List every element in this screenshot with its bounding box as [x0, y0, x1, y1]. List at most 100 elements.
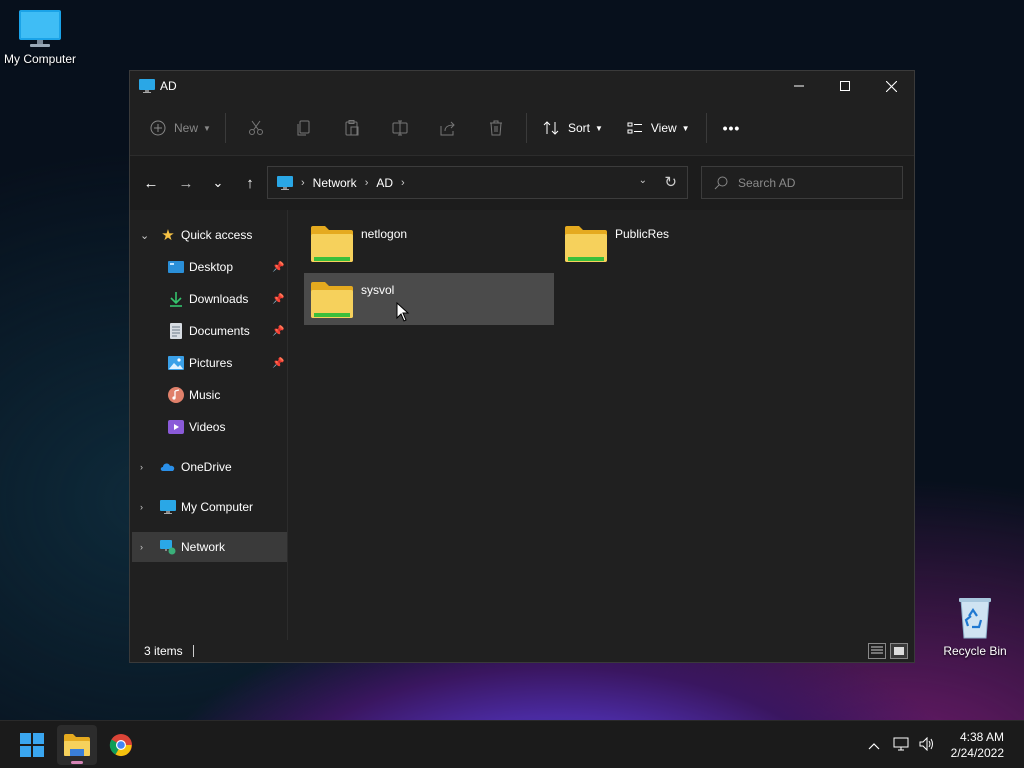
chevron-down-icon[interactable]: ⌄: [140, 229, 149, 242]
tiles-view-button[interactable]: [890, 643, 908, 659]
clock[interactable]: 4:38 AM 2/24/2022: [951, 729, 1004, 761]
clock-date: 2/24/2022: [950, 746, 1004, 760]
file-list: netlogon PublicRes sysvol: [289, 210, 914, 640]
monitor-icon: [19, 10, 61, 47]
address-bar[interactable]: › Network › AD › ⌄ ↻: [267, 166, 688, 199]
copy-button[interactable]: [280, 112, 328, 144]
copy-icon: [297, 120, 310, 136]
sort-button[interactable]: Sort ▼: [533, 112, 613, 144]
sidebar-item-label: Videos: [189, 420, 226, 434]
search-input[interactable]: [738, 175, 888, 190]
network-monitor-icon: [893, 737, 909, 750]
computer-icon: [139, 79, 155, 93]
network-status-button[interactable]: [888, 737, 914, 754]
cut-button[interactable]: [232, 112, 280, 144]
folder-name: sysvol: [361, 283, 395, 297]
taskbar: 4:38 AM 2/24/2022: [0, 720, 1024, 768]
sidebar-item-documents[interactable]: Documents 📌: [130, 316, 287, 346]
paste-button[interactable]: [328, 112, 376, 144]
sort-icon: [543, 121, 559, 135]
system-tray: [862, 721, 940, 768]
download-icon: [170, 292, 182, 307]
cloud-icon: [160, 463, 175, 471]
details-view-button[interactable]: [868, 643, 886, 659]
close-icon: [885, 80, 897, 92]
view-button[interactable]: View ▼: [617, 112, 700, 144]
sidebar-item-network[interactable]: › Network: [132, 532, 287, 562]
explorer-body: ⌄ ★ Quick access Desktop 📌 Downloads 📌 D…: [130, 210, 914, 640]
folder-item-publicres[interactable]: PublicRes: [558, 217, 808, 269]
new-button[interactable]: New ▼: [142, 112, 219, 144]
mouse-cursor: [396, 302, 410, 322]
sidebar-item-label: Network: [181, 540, 226, 554]
search-icon: [714, 176, 728, 189]
back-button[interactable]: ←: [135, 167, 167, 199]
breadcrumb-network[interactable]: Network: [313, 176, 357, 190]
status-bar: 3 items: [130, 639, 914, 663]
pin-icon: 📌: [272, 261, 285, 273]
title-bar[interactable]: AD: [130, 71, 914, 101]
refresh-button[interactable]: ↻: [664, 173, 677, 191]
sidebar-item-onedrive[interactable]: › OneDrive: [130, 452, 287, 482]
minimize-button[interactable]: [776, 71, 822, 101]
address-history-dropdown[interactable]: ⌄: [639, 175, 647, 186]
arrow-up-icon: ↑: [246, 174, 254, 192]
more-options-button[interactable]: •••: [713, 112, 751, 144]
sidebar-item-videos[interactable]: Videos: [130, 412, 287, 442]
recent-locations-button[interactable]: ⌄: [202, 167, 234, 199]
up-button[interactable]: ↑: [234, 167, 266, 199]
sidebar-item-desktop[interactable]: Desktop 📌: [130, 252, 287, 282]
videos-icon: [168, 420, 184, 434]
desktop-icon-label: Recycle Bin: [943, 644, 1007, 658]
sidebar-item-pictures[interactable]: Pictures 📌: [130, 348, 287, 378]
chevron-right-icon[interactable]: ›: [140, 462, 143, 472]
close-button[interactable]: [868, 71, 914, 101]
breadcrumb-separator[interactable]: ›: [401, 177, 405, 189]
sidebar-item-quick-access[interactable]: ⌄ ★ Quick access: [130, 220, 287, 250]
clock-time: 4:38 AM: [959, 730, 1004, 744]
toolbar-divider: [705, 113, 707, 143]
volume-button[interactable]: [914, 736, 940, 754]
sidebar-item-label: Documents: [189, 324, 250, 338]
trash-icon: [489, 120, 502, 136]
share-button[interactable]: [424, 112, 472, 144]
taskbar-file-explorer[interactable]: [57, 725, 97, 765]
file-explorer-window: AD New ▼ Sort ▼ View ▼ ••• ← → ⌄ ↑ › Net…: [129, 70, 915, 663]
delete-button[interactable]: [472, 112, 520, 144]
sidebar-item-music[interactable]: Music: [130, 380, 287, 410]
command-bar: New ▼ Sort ▼ View ▼ •••: [130, 101, 914, 156]
arrow-right-icon: →: [178, 174, 194, 192]
search-box[interactable]: [701, 166, 903, 199]
desktop-icon-label: My Computer: [3, 52, 77, 66]
window-title: AD: [160, 79, 177, 93]
start-button[interactable]: [12, 725, 52, 765]
taskbar-chrome[interactable]: [101, 725, 141, 765]
item-count: 3 items: [144, 644, 183, 658]
breadcrumb-ad[interactable]: AD: [376, 176, 393, 190]
desktop-icon-recycle-bin[interactable]: Recycle Bin: [935, 596, 1015, 658]
folder-name: PublicRes: [615, 227, 670, 241]
rename-button[interactable]: [376, 112, 424, 144]
forward-button[interactable]: →: [170, 167, 202, 199]
folder-item-netlogon[interactable]: netlogon: [304, 217, 554, 269]
sidebar-item-label: My Computer: [181, 500, 254, 514]
windows-logo-icon: [20, 733, 44, 757]
sidebar-item-label: OneDrive: [181, 460, 232, 474]
desktop-icon-my-computer[interactable]: My Computer: [0, 8, 80, 66]
folder-item-sysvol[interactable]: sysvol: [304, 273, 554, 325]
sidebar-item-my-computer[interactable]: › My Computer: [130, 492, 287, 522]
toolbar-divider: [525, 113, 527, 143]
desktop-folder-icon: [168, 261, 184, 273]
computer-icon: [160, 500, 176, 514]
file-explorer-icon: [64, 734, 90, 756]
rename-icon: [392, 120, 408, 136]
sidebar-item-label: Downloads: [189, 292, 249, 306]
plus-circle-icon: [150, 120, 166, 136]
sidebar-item-downloads[interactable]: Downloads 📌: [130, 284, 287, 314]
chevron-right-icon[interactable]: ›: [140, 502, 143, 512]
chevron-right-icon[interactable]: ›: [140, 542, 143, 552]
minimize-icon: [794, 85, 804, 87]
chrome-icon: [109, 734, 132, 757]
maximize-button[interactable]: [822, 71, 868, 101]
show-hidden-icons-button[interactable]: [862, 738, 886, 753]
